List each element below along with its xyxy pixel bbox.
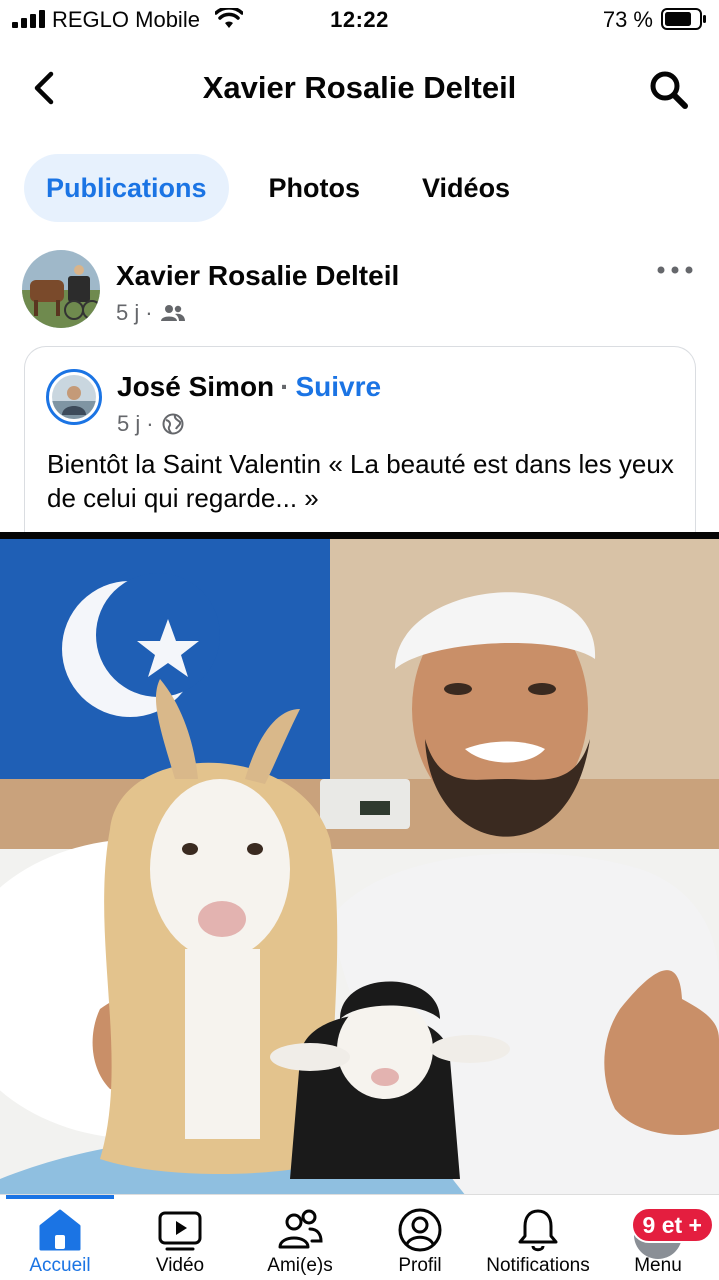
nav-home[interactable]: Accueil [0,1203,120,1277]
nav-home-label: Accueil [29,1255,91,1276]
shared-separator: · [280,371,290,402]
home-icon [39,1209,81,1251]
nav-video-label: Vidéo [155,1255,205,1276]
profile-header: Xavier Rosalie Delteil [0,50,719,130]
nav-video[interactable]: Vidéo [120,1203,240,1277]
profile-icon [398,1208,442,1252]
shared-author-name[interactable]: José Simon [117,371,274,403]
post-author-name[interactable]: Xavier Rosalie Delteil [116,260,399,292]
tab-photos[interactable]: Photos [247,154,383,222]
nav-notifications[interactable]: Notifications [478,1203,598,1277]
battery-icon [661,8,706,30]
search-button[interactable] [647,68,691,112]
post-image[interactable] [0,532,719,1194]
friends-icon [278,1209,323,1249]
shared-post-meta: 5 j · [117,411,184,437]
nav-friends-label: Ami(e)s [267,1255,333,1276]
video-icon [158,1211,202,1251]
shared-post-text: Bientôt la Saint Valentin « La beauté es… [47,449,674,513]
tab-videos[interactable]: Vidéos [400,154,532,222]
status-bar: REGLO Mobile 12:22 73 % [0,0,719,40]
shared-meta-separator: · [146,411,154,436]
nav-menu[interactable]: 9 et + Menu [598,1203,718,1277]
friends-icon [160,305,185,321]
shared-author-avatar[interactable] [46,369,102,425]
more-options-button[interactable] [655,258,695,282]
meta-separator: · [145,300,153,325]
shared-author-line: José Simon · Suivre [117,371,381,403]
nav-menu-label: Menu [634,1255,682,1276]
page-title: Xavier Rosalie Delteil [202,70,517,105]
nav-profile-label: Profil [398,1255,442,1276]
battery-percentage: 73 % [602,7,653,32]
nav-notifications-label: Notifications [486,1255,590,1276]
post-meta: 5 j · [116,300,185,326]
menu-notification-badge: 9 et + [630,1207,714,1243]
bell-icon [518,1209,558,1252]
shared-post-time: 5 j [117,411,141,436]
active-tab-indicator [6,1195,114,1199]
nav-friends[interactable]: Ami(e)s [240,1203,360,1277]
follow-button[interactable]: Suivre [296,371,382,403]
globe-icon [162,413,184,435]
post-author-avatar[interactable] [22,250,100,328]
tab-publications[interactable]: Publications [24,154,229,222]
profile-tabs: Publications Photos Vidéos [24,154,550,222]
post-time: 5 j [116,300,140,325]
nav-profile[interactable]: Profil [360,1203,480,1277]
bottom-navigation: Accueil Vidéo Ami(e)s Profil Notificatio… [0,1194,719,1280]
